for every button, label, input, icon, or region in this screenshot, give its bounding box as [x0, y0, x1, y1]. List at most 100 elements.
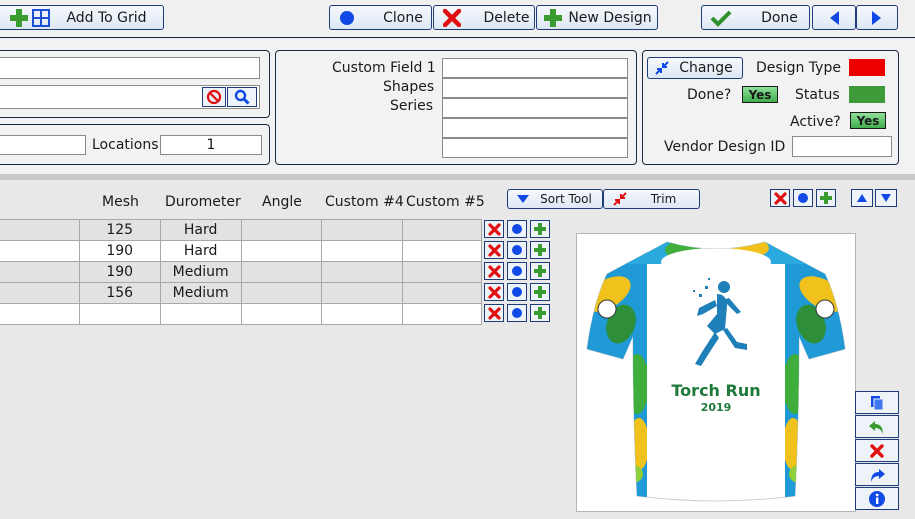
undo-button[interactable]	[855, 415, 899, 438]
column-header-durometer: Durometer	[165, 194, 241, 210]
row-cell-1[interactable]	[0, 219, 80, 241]
custom-4-cell[interactable]	[321, 240, 404, 262]
custom-field-1-label: Custom Field 1	[332, 60, 436, 76]
done-button[interactable]: Done	[701, 5, 810, 30]
mesh-cell[interactable]: 125	[78, 219, 161, 241]
trim-arrows-icon	[612, 192, 628, 206]
custom-5-cell[interactable]	[402, 219, 482, 241]
table-row[interactable]: 190 Hard	[0, 240, 482, 262]
vendor-design-id-input[interactable]	[792, 136, 892, 157]
custom-5-cell[interactable]	[402, 240, 482, 262]
angle-cell[interactable]	[240, 261, 323, 283]
custom-4-cell[interactable]	[321, 282, 404, 304]
custom-5-cell[interactable]	[402, 282, 482, 304]
row-add-button[interactable]	[530, 220, 550, 238]
row-add-button[interactable]	[530, 283, 550, 301]
redo-button[interactable]	[855, 463, 899, 486]
angle-cell[interactable]	[240, 282, 323, 304]
mesh-cell[interactable]: 190	[78, 240, 161, 262]
clear-search-button[interactable]	[202, 87, 226, 107]
x-icon	[487, 222, 501, 236]
change-label: Change	[679, 60, 733, 76]
custom-4-cell[interactable]	[321, 219, 404, 241]
new-design-button[interactable]: New Design	[536, 5, 658, 30]
delete-button[interactable]: Delete	[433, 5, 535, 30]
table-row[interactable]	[0, 303, 482, 325]
extra-input-1[interactable]	[442, 118, 628, 138]
row-select-button[interactable]	[507, 241, 527, 259]
row-delete-button[interactable]	[484, 283, 504, 301]
row-select-button[interactable]	[507, 220, 527, 238]
row-cell-1[interactable]	[0, 261, 80, 283]
row-add-button[interactable]	[530, 241, 550, 259]
active-yes-toggle[interactable]: Yes	[850, 112, 886, 129]
row-add-button[interactable]	[530, 262, 550, 280]
move-down-button[interactable]	[875, 189, 897, 207]
row-add-button[interactable]	[530, 304, 550, 322]
undo-icon	[869, 420, 883, 434]
design-type-swatch[interactable]	[849, 59, 885, 76]
table-row[interactable]: 156 Medium	[0, 282, 482, 304]
row-select-button[interactable]	[507, 262, 527, 280]
search-button[interactable]	[227, 87, 257, 107]
delete-all-button[interactable]	[770, 189, 790, 207]
add-to-grid-button[interactable]: Add To Grid	[0, 5, 164, 30]
shirt-year-text: 2019	[701, 401, 732, 414]
select-all-button[interactable]	[793, 189, 813, 207]
change-button[interactable]: Change	[647, 57, 743, 79]
custom-field-1-input[interactable]	[442, 58, 628, 78]
mesh-cell[interactable]: 190	[78, 261, 161, 283]
custom-4-cell[interactable]	[321, 261, 404, 283]
row-delete-button[interactable]	[484, 304, 504, 322]
design-type-label: Design Type	[756, 60, 841, 76]
row-select-button[interactable]	[507, 304, 527, 322]
plus-icon	[534, 286, 546, 298]
add-all-button[interactable]	[816, 189, 836, 207]
durometer-cell[interactable]: Medium	[159, 282, 242, 304]
row-cell-1[interactable]	[0, 282, 80, 304]
text-field-2[interactable]	[0, 135, 86, 155]
row-delete-button[interactable]	[484, 220, 504, 238]
status-swatch[interactable]	[849, 86, 885, 103]
collapse-arrows-icon	[654, 60, 670, 76]
next-button[interactable]	[856, 5, 898, 30]
table-row[interactable]: 190 Medium	[0, 261, 482, 283]
trim-button[interactable]: Trim	[603, 189, 700, 209]
table-row[interactable]: 125 Hard	[0, 219, 482, 241]
circle-icon	[512, 287, 522, 297]
row-cell-1[interactable]	[0, 303, 80, 325]
mesh-cell[interactable]	[78, 303, 161, 325]
copy-button[interactable]	[855, 391, 899, 414]
row-select-button[interactable]	[507, 283, 527, 301]
row-delete-button[interactable]	[484, 241, 504, 259]
move-up-button[interactable]	[851, 189, 873, 207]
row-delete-button[interactable]	[484, 262, 504, 280]
shapes-input[interactable]	[442, 78, 628, 98]
mesh-cell[interactable]: 156	[78, 282, 161, 304]
previous-button[interactable]	[812, 5, 856, 30]
custom-4-cell[interactable]	[321, 303, 404, 325]
custom-5-cell[interactable]	[402, 261, 482, 283]
locations-field[interactable]: 1	[160, 135, 262, 155]
clone-button[interactable]: Clone	[329, 5, 432, 30]
custom-5-cell[interactable]	[402, 303, 482, 325]
remove-button[interactable]	[855, 439, 899, 462]
series-input[interactable]	[442, 98, 628, 118]
angle-cell[interactable]	[240, 240, 323, 262]
info-button[interactable]	[855, 487, 899, 510]
vendor-design-id-label: Vendor Design ID	[664, 139, 786, 155]
angle-cell[interactable]	[240, 303, 323, 325]
angle-cell[interactable]	[240, 219, 323, 241]
extra-input-2[interactable]	[442, 138, 628, 158]
durometer-cell[interactable]: Hard	[159, 219, 242, 241]
new-design-label: New Design	[568, 9, 652, 26]
durometer-cell[interactable]	[159, 303, 242, 325]
durometer-cell[interactable]: Medium	[159, 261, 242, 283]
durometer-cell[interactable]: Hard	[159, 240, 242, 262]
row-cell-1[interactable]	[0, 240, 80, 262]
circle-icon	[512, 245, 522, 255]
design-preview[interactable]: Torch Run 2019	[576, 233, 856, 512]
done-yes-toggle[interactable]: Yes	[742, 86, 778, 103]
sort-tool-button[interactable]: Sort Tool	[507, 189, 603, 209]
text-field-1[interactable]	[0, 57, 260, 79]
